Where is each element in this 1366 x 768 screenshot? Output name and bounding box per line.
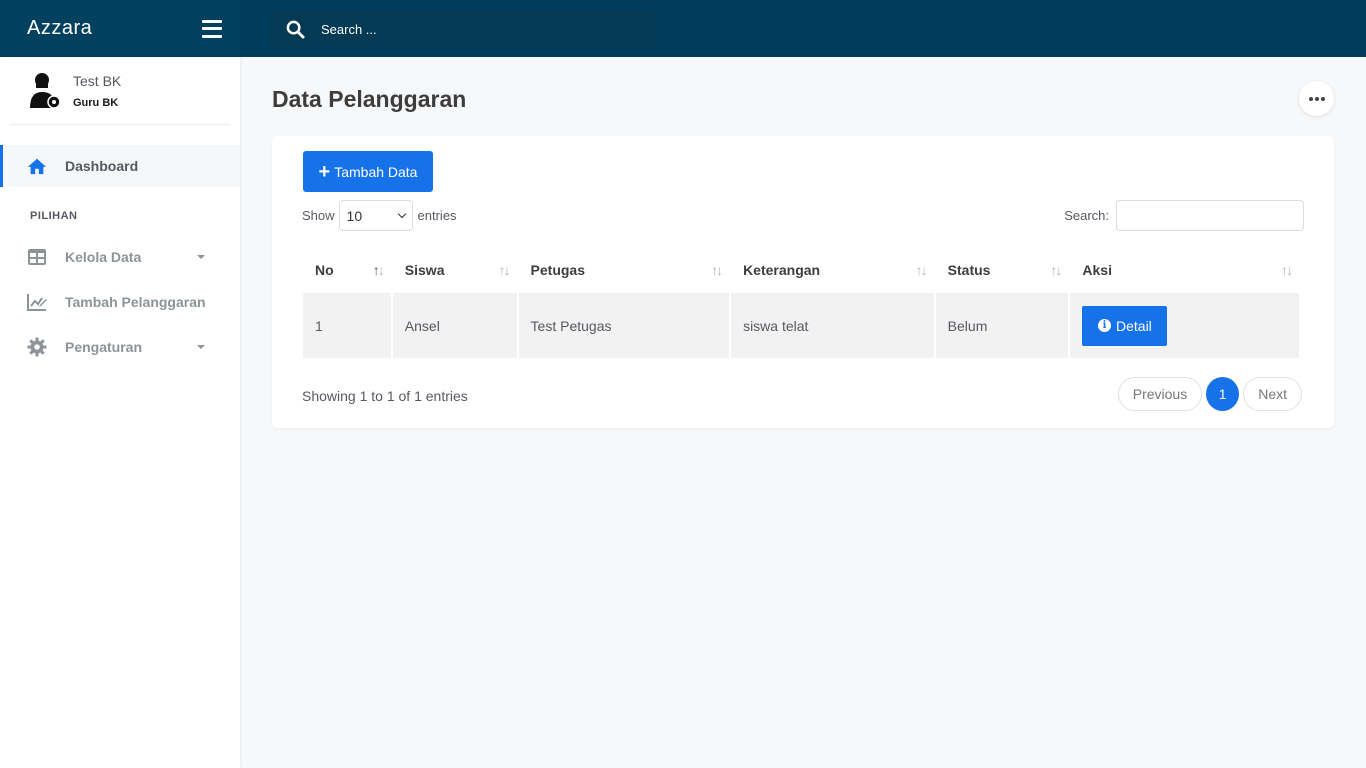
chevron-down-icon	[397, 209, 406, 219]
sidebar-item-pengaturan[interactable]: Pengaturan	[0, 326, 240, 368]
table-header-row: No ↑↓ Siswa ↑↓ Petugas ↑↓ Keterangan ↑↓ Stat…	[303, 246, 1299, 293]
sidebar: Test BK Guru BK Dashboard PILIHAN Kelola…	[0, 57, 240, 768]
cell-siswa: Ansel	[392, 293, 517, 358]
cell-no: 1	[303, 293, 391, 358]
chart-edit-icon	[27, 292, 47, 312]
top-navbar	[240, 0, 1366, 57]
sort-icon: ↑↓	[915, 262, 928, 278]
cell-petugas: Test Petugas	[518, 293, 730, 358]
sort-icon: ↑↓	[1050, 262, 1062, 278]
header-search-input[interactable]	[321, 21, 621, 37]
sidebar-item-kelola-data[interactable]: Kelola Data	[0, 236, 240, 278]
pagination: Previous 1 Next	[1117, 377, 1302, 411]
next-button[interactable]: Next	[1243, 377, 1302, 411]
sidebar-item-label: Pengaturan	[65, 339, 143, 355]
data-card: + Tambah Data Show 10 entries Search: No…	[272, 136, 1334, 428]
dot-icon	[1320, 96, 1325, 101]
dot-icon	[1314, 96, 1319, 101]
sort-icon: ↑↓	[498, 262, 511, 278]
user-role: Guru BK	[73, 97, 119, 109]
page-title: Data Pelanggaran	[272, 86, 467, 112]
gear-icon	[27, 337, 47, 357]
sort-icon: ↑↓	[372, 262, 385, 278]
logo-header: Azzara	[0, 0, 240, 57]
menu-toggle-icon[interactable]	[202, 19, 222, 38]
more-options-button[interactable]	[1299, 81, 1334, 116]
add-data-button[interactable]: + Tambah Data	[303, 151, 433, 192]
sidebar-item-label: Dashboard	[65, 158, 139, 174]
sidebar-item-label: Tambah Pelanggaran	[65, 294, 206, 310]
column-header-status[interactable]: Status ↑↓	[936, 246, 1069, 293]
entries-label: entries	[417, 208, 457, 223]
sort-icon: ↑↓	[1281, 262, 1293, 278]
sort-icon: ↑↓	[711, 262, 723, 278]
header-search	[270, 10, 655, 48]
table-row: 1 Ansel Test Petugas siswa telat Belum i…	[303, 293, 1299, 358]
data-table: No ↑↓ Siswa ↑↓ Petugas ↑↓ Keterangan ↑↓ Stat…	[301, 246, 1301, 358]
chevron-down-icon	[197, 255, 205, 259]
table-search: Search:	[1064, 200, 1304, 231]
column-header-siswa[interactable]: Siswa ↑↓	[393, 246, 517, 293]
avatar-icon	[30, 73, 61, 109]
home-icon	[27, 156, 47, 176]
show-label: Show	[302, 208, 335, 223]
user-name: Test BK	[73, 73, 122, 89]
column-header-petugas[interactable]: Petugas ↑↓	[519, 246, 730, 293]
detail-button[interactable]: i Detail	[1082, 305, 1168, 346]
search-icon[interactable]	[286, 20, 305, 39]
chevron-down-icon	[197, 345, 205, 349]
cell-keterangan: siswa telat	[731, 293, 934, 358]
table-search-input[interactable]	[1116, 200, 1304, 231]
cell-aksi: i Detail	[1070, 293, 1299, 358]
table-icon	[27, 247, 47, 267]
info-icon: i	[1098, 319, 1111, 332]
page-1-button[interactable]: 1	[1206, 377, 1240, 411]
dot-icon	[1308, 96, 1313, 101]
detail-label: Detail	[1116, 317, 1152, 334]
entries-select[interactable]: 10	[338, 200, 413, 231]
sidebar-item-label: Kelola Data	[65, 249, 142, 265]
search-label: Search:	[1064, 208, 1109, 223]
plus-icon: +	[318, 160, 331, 183]
previous-button[interactable]: Previous	[1117, 377, 1203, 411]
cell-status: Belum	[935, 293, 1069, 358]
table-info: Showing 1 to 1 of 1 entries	[302, 388, 468, 404]
entries-value: 10	[346, 207, 363, 224]
add-data-label: Tambah Data	[334, 163, 418, 180]
column-header-no[interactable]: No ↑↓	[303, 246, 391, 293]
sidebar-item-tambah-pelanggaran[interactable]: Tambah Pelanggaran	[0, 281, 240, 323]
sidebar-section-title: PILIHAN	[30, 210, 78, 222]
sidebar-item-dashboard[interactable]: Dashboard	[0, 145, 240, 187]
user-profile[interactable]: Test BK Guru BK	[10, 57, 230, 125]
brand-logo[interactable]: Azzara	[27, 17, 92, 40]
column-header-keterangan[interactable]: Keterangan ↑↓	[731, 246, 934, 293]
column-header-aksi[interactable]: Aksi ↑↓	[1070, 246, 1299, 293]
entries-length-control: Show 10 entries	[302, 200, 457, 231]
